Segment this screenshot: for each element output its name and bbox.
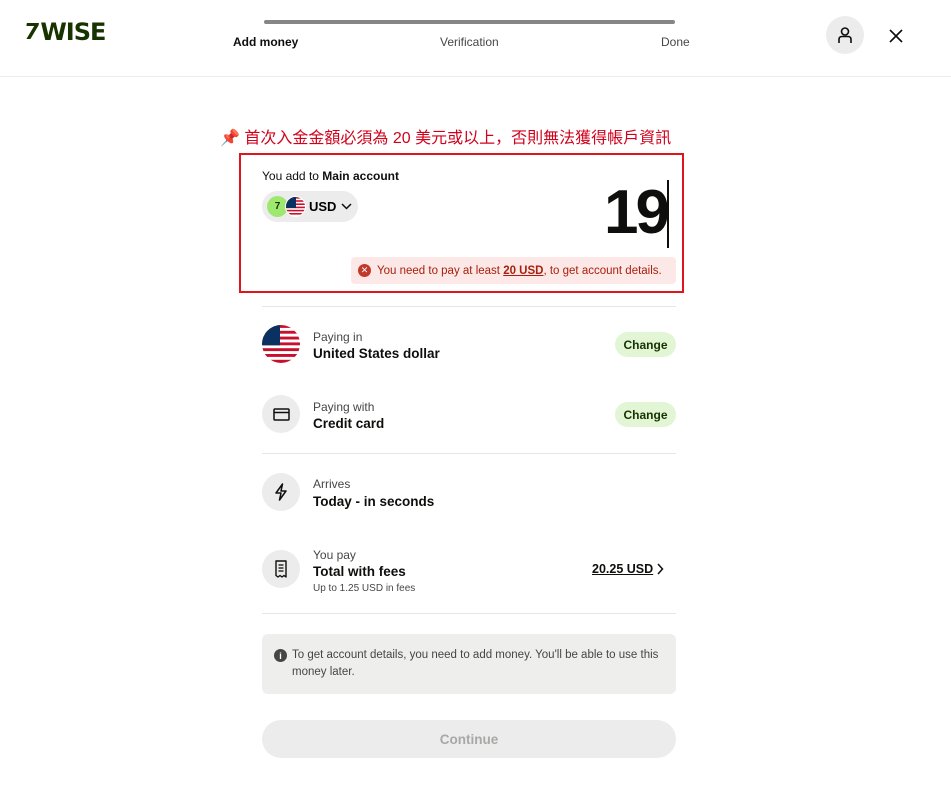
- pin-icon: 📌: [220, 130, 240, 147]
- currency-code: USD: [309, 199, 337, 214]
- lightning-icon-wrap: [262, 473, 300, 511]
- paying-with-label: Paying with: [313, 400, 375, 414]
- step-verification: Verification: [440, 35, 499, 49]
- card-icon-wrap: [262, 395, 300, 433]
- annotation-note: 📌 首次入金金額必須為 20 美元或以上，否則無法獲得帳戶資訊: [220, 124, 671, 148]
- paying-with-value: Credit card: [313, 416, 385, 431]
- add-to-prefix: You add to: [262, 169, 319, 183]
- account-name: Main account: [322, 169, 399, 183]
- error-prefix: You need to pay at least: [377, 264, 500, 277]
- info-icon: i: [274, 649, 287, 662]
- text-cursor: [667, 180, 669, 248]
- profile-button[interactable]: [826, 16, 864, 54]
- add-to-label: You add to Main account: [262, 169, 399, 183]
- step-done: Done: [661, 35, 690, 49]
- error-icon: ✕: [358, 264, 371, 277]
- top-bar: 7 WISE Add money Verification Done: [0, 0, 951, 77]
- receipt-icon-wrap: [262, 550, 300, 588]
- divider: [262, 453, 676, 454]
- currency-selector[interactable]: 7 USD: [262, 191, 358, 222]
- us-flag-icon: [262, 325, 300, 363]
- divider: [262, 306, 676, 307]
- fees-note: Up to 1.25 USD in fees: [313, 583, 416, 594]
- chevron-down-icon: [341, 203, 352, 210]
- wise-logo-text: WISE: [40, 18, 106, 46]
- lightning-icon: [275, 483, 287, 501]
- min-amount-link[interactable]: 20 USD: [503, 265, 543, 277]
- wise-logo[interactable]: 7 WISE: [22, 18, 106, 46]
- wise-logo-mark: 7: [22, 19, 40, 45]
- continue-button[interactable]: Continue: [262, 720, 676, 758]
- close-button[interactable]: [884, 24, 908, 48]
- chevron-right-icon[interactable]: [656, 563, 664, 575]
- error-suffix: , to get account details.: [543, 264, 662, 277]
- arrives-value: Today - in seconds: [313, 494, 435, 509]
- info-banner: i To get account details, you need to ad…: [262, 634, 676, 694]
- step-add-money: Add money: [233, 35, 299, 49]
- us-flag-icon: [285, 196, 306, 217]
- amount-input[interactable]: 19: [604, 178, 670, 248]
- change-payment-button[interactable]: Change: [615, 402, 676, 427]
- you-pay-label: You pay: [313, 548, 356, 562]
- arrives-label: Arrives: [313, 477, 351, 491]
- error-message: You need to pay at least 20 USD, to get …: [377, 265, 662, 277]
- annotation-text: 首次入金金額必須為 20 美元或以上，否則無法獲得帳戶資訊: [244, 130, 672, 147]
- info-text: To get account details, you need to add …: [292, 649, 659, 678]
- close-icon: [889, 29, 903, 43]
- step-progress-bar: [264, 20, 675, 24]
- you-pay-value: Total with fees: [313, 564, 406, 579]
- min-amount-error: ✕ You need to pay at least 20 USD, to ge…: [351, 257, 676, 284]
- total-amount-link[interactable]: 20.25 USD: [592, 562, 653, 576]
- receipt-icon: [275, 560, 287, 578]
- paying-in-label: Paying in: [313, 330, 363, 344]
- credit-card-icon: [272, 407, 290, 421]
- divider: [262, 613, 676, 614]
- paying-in-value: United States dollar: [313, 346, 440, 361]
- person-icon: [838, 27, 852, 43]
- change-currency-button[interactable]: Change: [615, 332, 676, 357]
